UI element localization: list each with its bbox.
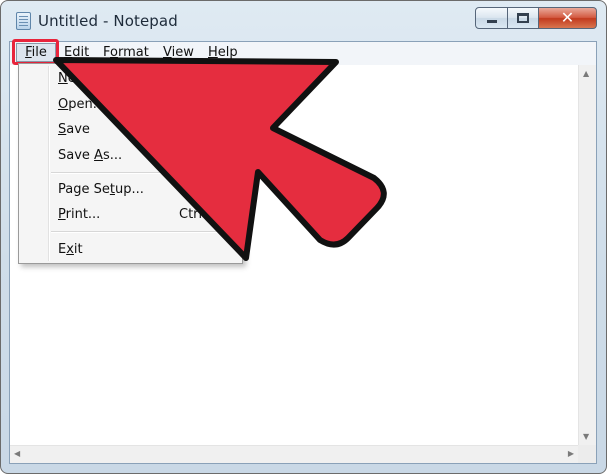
maximize-button[interactable] <box>508 7 539 29</box>
maximize-icon <box>517 13 529 23</box>
close-button[interactable]: ✕ <box>539 7 597 29</box>
menu-separator <box>51 172 238 174</box>
file-menu-highlight-box <box>12 39 59 65</box>
notepad-icon <box>16 12 31 30</box>
menu-item-new[interactable]: New <box>58 71 86 86</box>
menu-format[interactable]: Format <box>103 45 149 60</box>
resize-grip[interactable] <box>578 445 596 463</box>
file-dropdown-menu: New Open... Save Save As... Page Setup..… <box>18 63 243 264</box>
close-icon: ✕ <box>560 8 575 27</box>
horizontal-scrollbar[interactable]: ◀ ▶ <box>10 445 578 463</box>
menu-help[interactable]: Help <box>208 45 238 60</box>
minimize-icon <box>487 20 497 23</box>
minimize-button[interactable] <box>475 7 508 29</box>
scroll-up-icon[interactable]: ▲ <box>583 69 589 78</box>
scroll-down-icon[interactable]: ▼ <box>583 432 589 441</box>
title-bar[interactable]: Untitled - Notepad ✕ <box>1 1 606 41</box>
menu-item-open[interactable]: Open... <box>58 97 105 112</box>
menu-view[interactable]: View <box>163 45 194 60</box>
menu-item-print[interactable]: Print... <box>58 207 100 222</box>
print-shortcut: Ctrl+P <box>179 207 221 222</box>
menu-item-page-setup[interactable]: Page Setup... <box>58 182 144 197</box>
window-title: Untitled - Notepad <box>38 12 178 30</box>
menu-edit[interactable]: Edit <box>64 45 89 60</box>
menu-gutter <box>48 66 50 261</box>
menu-item-save[interactable]: Save <box>58 122 90 137</box>
scroll-left-icon[interactable]: ◀ <box>14 449 20 458</box>
menu-separator <box>51 231 238 233</box>
scroll-right-icon[interactable]: ▶ <box>568 449 574 458</box>
menu-item-save-as[interactable]: Save As... <box>58 148 122 163</box>
menu-item-exit[interactable]: Exit <box>58 242 83 257</box>
vertical-scrollbar[interactable]: ▲ ▼ <box>578 65 596 445</box>
